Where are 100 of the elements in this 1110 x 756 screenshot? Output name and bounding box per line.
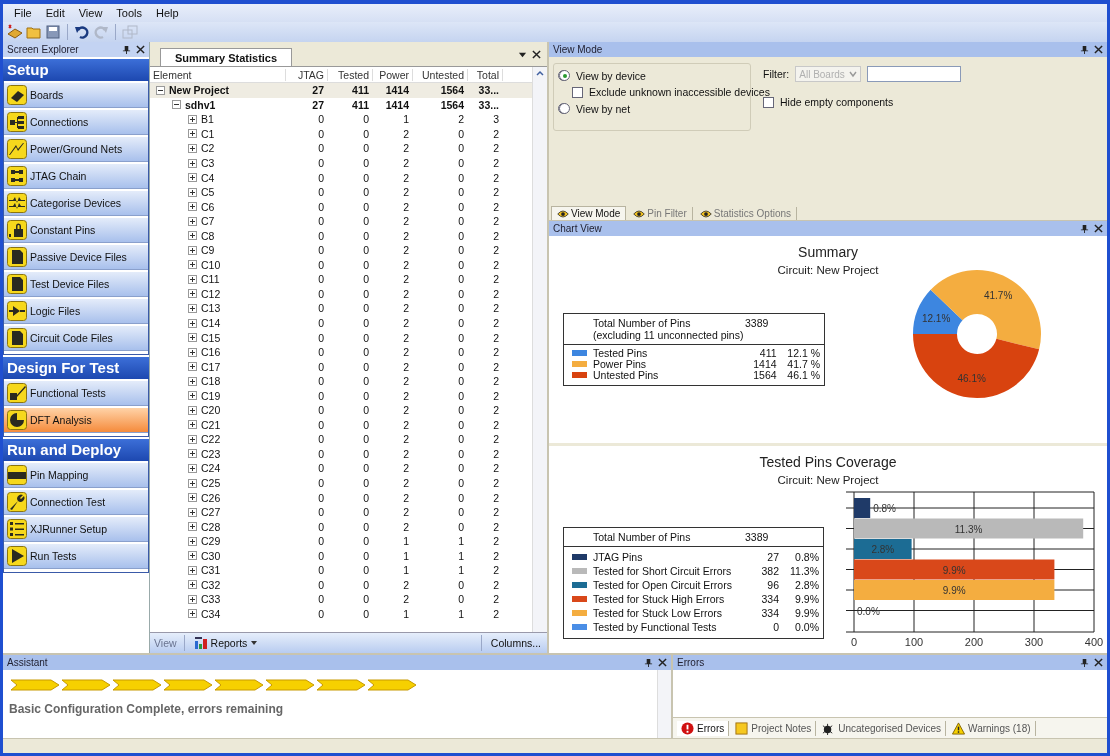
expand-icon[interactable] <box>188 565 197 575</box>
checkbox[interactable] <box>572 86 583 98</box>
nav-item[interactable]: Connection Test <box>4 490 148 515</box>
tree-item[interactable]: C30 <box>201 549 221 562</box>
tree-item[interactable]: C9 <box>201 244 215 257</box>
tree-item[interactable]: C14 <box>201 317 221 329</box>
expand-icon[interactable] <box>188 391 197 401</box>
tree-item[interactable]: C31 <box>201 564 221 577</box>
tab[interactable]: Errors <box>677 720 730 736</box>
expand-icon[interactable] <box>188 594 197 604</box>
nav-item[interactable]: DFT Analysis <box>4 408 148 433</box>
nav-item[interactable]: Functional Tests <box>4 381 148 406</box>
tree-item[interactable]: C27 <box>201 506 221 519</box>
tree-item[interactable]: C24 <box>201 462 221 475</box>
save-icon[interactable] <box>45 24 61 40</box>
collapse-icon[interactable] <box>172 100 181 110</box>
tab[interactable]: Project Notes <box>731 720 817 736</box>
tree-item[interactable]: C16 <box>201 346 221 359</box>
expand-icon[interactable] <box>188 158 197 168</box>
expand-icon[interactable] <box>188 231 197 241</box>
tree-item[interactable]: C21 <box>201 418 221 431</box>
tree-item[interactable]: C23 <box>201 447 221 460</box>
expand-icon[interactable] <box>188 202 197 212</box>
tree-item[interactable]: C22 <box>201 433 221 446</box>
tree-item[interactable]: C29 <box>201 535 221 548</box>
expand-icon[interactable] <box>188 216 197 226</box>
tree-item[interactable]: C32 <box>201 578 221 591</box>
reports-button[interactable]: Reports <box>191 636 261 650</box>
nav-item[interactable]: Connections <box>4 110 148 135</box>
checkbox[interactable] <box>763 96 774 108</box>
expand-icon[interactable] <box>188 580 197 590</box>
tree-item[interactable]: C13 <box>201 302 221 315</box>
tree-item[interactable]: C11 <box>201 273 220 286</box>
expand-icon[interactable] <box>188 536 197 546</box>
menu-item[interactable]: View <box>71 7 110 19</box>
tree-item[interactable]: C25 <box>201 477 221 490</box>
column-header[interactable]: JTAG <box>286 68 328 81</box>
tree-item[interactable]: C2 <box>201 142 215 155</box>
tree-item[interactable]: C26 <box>201 491 221 504</box>
tree-item[interactable]: C18 <box>201 375 221 388</box>
nav-item[interactable]: Run Tests <box>4 544 148 569</box>
tab[interactable]: Statistics Options <box>694 207 797 220</box>
tree-item[interactable]: C7 <box>201 215 215 228</box>
tree-item[interactable]: B1 <box>201 113 214 126</box>
scrollbar[interactable] <box>657 670 671 738</box>
column-header[interactable]: Total <box>468 68 503 81</box>
tree-item[interactable]: C34 <box>201 607 221 620</box>
pin-icon[interactable] <box>122 45 131 54</box>
expand-icon[interactable] <box>188 274 197 284</box>
expand-icon[interactable] <box>188 173 197 183</box>
nav-item[interactable]: JTAG Chain <box>4 164 148 189</box>
radio-button[interactable] <box>559 70 570 81</box>
tab[interactable]: Pin Filter <box>628 207 693 220</box>
pin-icon[interactable] <box>1080 45 1089 54</box>
close-icon[interactable] <box>136 45 145 54</box>
expand-icon[interactable] <box>188 362 197 372</box>
undo-icon[interactable] <box>74 24 90 40</box>
expand-icon[interactable] <box>188 260 197 270</box>
columns-button[interactable]: Columns... <box>488 637 543 649</box>
document-tab[interactable]: Summary Statistics <box>160 48 293 66</box>
tree-item[interactable]: C6 <box>201 200 215 213</box>
tree-item[interactable]: C8 <box>201 229 215 242</box>
expand-icon[interactable] <box>188 464 197 473</box>
close-icon[interactable] <box>532 49 541 59</box>
collapse-icon[interactable] <box>156 85 165 95</box>
expand-icon[interactable] <box>188 405 197 415</box>
tree-item[interactable]: C19 <box>201 389 221 402</box>
nav-item[interactable]: Constant Pins <box>4 218 148 243</box>
radio-button[interactable] <box>559 103 570 114</box>
filter-field[interactable] <box>867 66 962 82</box>
nav-item[interactable]: XJRunner Setup <box>4 517 148 542</box>
nav-item[interactable]: Pin Mapping <box>4 463 148 488</box>
pin-icon[interactable] <box>644 658 653 667</box>
tree-item[interactable]: C28 <box>201 520 221 533</box>
expand-icon[interactable] <box>188 114 197 124</box>
expand-icon[interactable] <box>188 289 197 299</box>
expand-icon[interactable] <box>188 187 197 197</box>
menu-item[interactable]: Edit <box>38 7 72 19</box>
column-header[interactable]: Untested <box>413 68 468 81</box>
expand-icon[interactable] <box>188 434 197 444</box>
tree-item[interactable]: C4 <box>201 171 215 184</box>
close-icon[interactable] <box>1094 224 1103 233</box>
expand-icon[interactable] <box>188 143 197 153</box>
scroll-up-icon[interactable] <box>536 70 544 76</box>
nav-item[interactable]: Logic Files <box>4 299 148 324</box>
pin-icon[interactable] <box>1080 224 1089 233</box>
column-header[interactable]: Tested <box>328 68 373 81</box>
tree-item[interactable]: C1 <box>201 127 215 140</box>
expand-icon[interactable] <box>188 420 197 430</box>
nav-item[interactable]: Circuit Code Files <box>4 326 148 351</box>
expand-icon[interactable] <box>188 551 197 561</box>
expand-icon[interactable] <box>188 333 197 343</box>
new-project-icon[interactable] <box>7 24 23 40</box>
tree-item[interactable]: C5 <box>201 186 215 199</box>
expand-icon[interactable] <box>188 245 197 255</box>
tree-item[interactable]: C20 <box>201 404 221 417</box>
close-icon[interactable] <box>658 658 667 667</box>
expand-icon[interactable] <box>188 478 197 488</box>
tree-item[interactable]: New Project <box>169 84 230 97</box>
pin-icon[interactable] <box>1080 658 1089 667</box>
